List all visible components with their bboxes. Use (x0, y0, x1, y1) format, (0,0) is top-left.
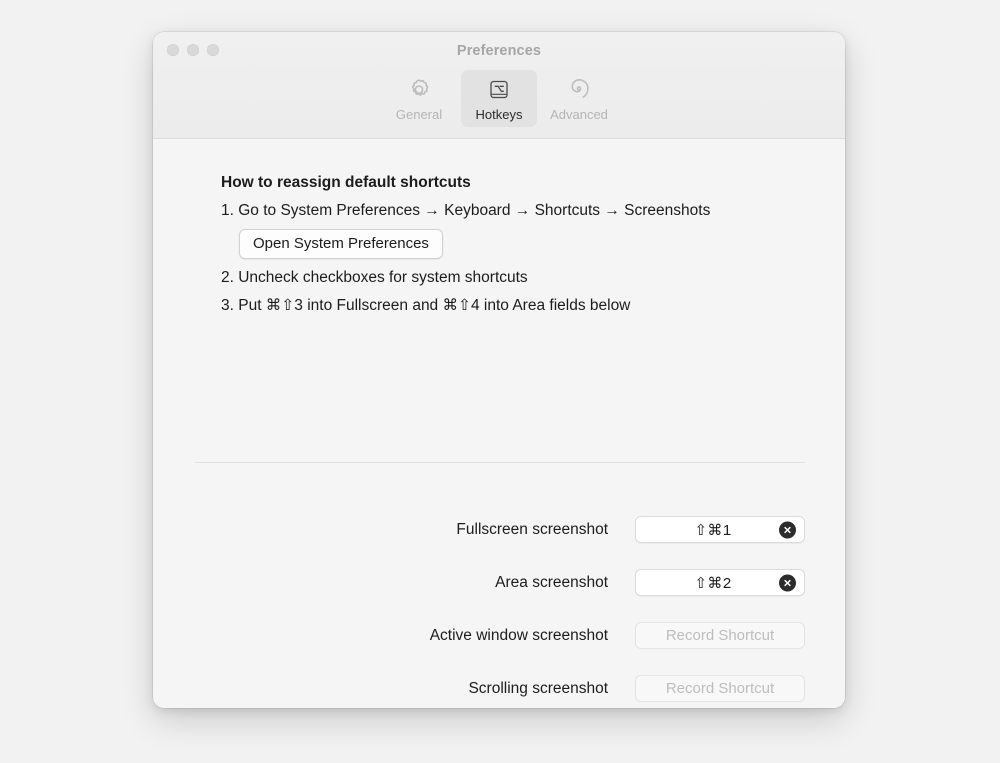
preferences-window: Preferences General Hotkeys Advanced How… (153, 32, 845, 708)
shortcut-field-fullscreen[interactable]: ⇧⌘1 (635, 516, 805, 543)
clear-shortcut-area-icon[interactable] (779, 574, 796, 591)
howto-step-1: 1. Go to System Preferences → Keyboard →… (221, 202, 711, 219)
shortcut-label-scrolling: Scrolling screenshot (468, 679, 609, 697)
spiral-icon (566, 76, 592, 104)
section-divider-top (195, 462, 805, 463)
keyboard-icon (486, 76, 512, 104)
howto-step-2: 2. Uncheck checkboxes for system shortcu… (221, 269, 528, 286)
tab-advanced-label: Advanced (550, 107, 608, 122)
preferences-content: How to reassign default shortcuts 1. Go … (153, 139, 845, 708)
toolbar-tabs: General Hotkeys Advanced (153, 70, 845, 127)
tab-hotkeys[interactable]: Hotkeys (461, 70, 537, 127)
open-system-preferences-row: Open System Preferences (239, 229, 791, 259)
shortcut-placeholder-scrolling: Record Shortcut (665, 680, 775, 697)
shortcut-row-active-window: Active window screenshot Record Shortcut (195, 622, 805, 649)
shortcut-label-area: Area screenshot (495, 573, 609, 591)
tab-general[interactable]: General (381, 70, 457, 127)
gear-icon (406, 76, 432, 104)
tab-hotkeys-label: Hotkeys (475, 107, 523, 122)
howto-section: How to reassign default shortcuts 1. Go … (221, 174, 791, 324)
howto-step-3: 3. Put ⌘⇧3 into Fullscreen and ⌘⇧4 into … (221, 297, 631, 314)
tab-advanced[interactable]: Advanced (541, 70, 617, 127)
howto-title: How to reassign default shortcuts (221, 174, 471, 191)
shortcut-value-area: ⇧⌘2 (694, 574, 732, 592)
shortcut-row-area: Area screenshot ⇧⌘2 (195, 569, 805, 596)
shortcut-field-scrolling[interactable]: Record Shortcut (635, 675, 805, 702)
window-titlebar: Preferences General Hotkeys Advanced (153, 32, 845, 139)
window-title: Preferences (456, 43, 542, 59)
clear-shortcut-fullscreen-icon[interactable] (779, 521, 796, 538)
shortcut-row-fullscreen: Fullscreen screenshot ⇧⌘1 (195, 516, 805, 543)
shortcut-label-fullscreen: Fullscreen screenshot (456, 520, 609, 538)
tab-general-label: General (395, 107, 443, 122)
shortcut-placeholder-active-window: Record Shortcut (665, 627, 775, 644)
open-system-preferences-button[interactable]: Open System Preferences (239, 229, 443, 259)
shortcut-field-area[interactable]: ⇧⌘2 (635, 569, 805, 596)
shortcut-label-active-window: Active window screenshot (429, 626, 609, 644)
shortcut-field-active-window[interactable]: Record Shortcut (635, 622, 805, 649)
shortcut-value-fullscreen: ⇧⌘1 (694, 521, 732, 539)
shortcut-row-scrolling: Scrolling screenshot Record Shortcut (195, 675, 805, 702)
